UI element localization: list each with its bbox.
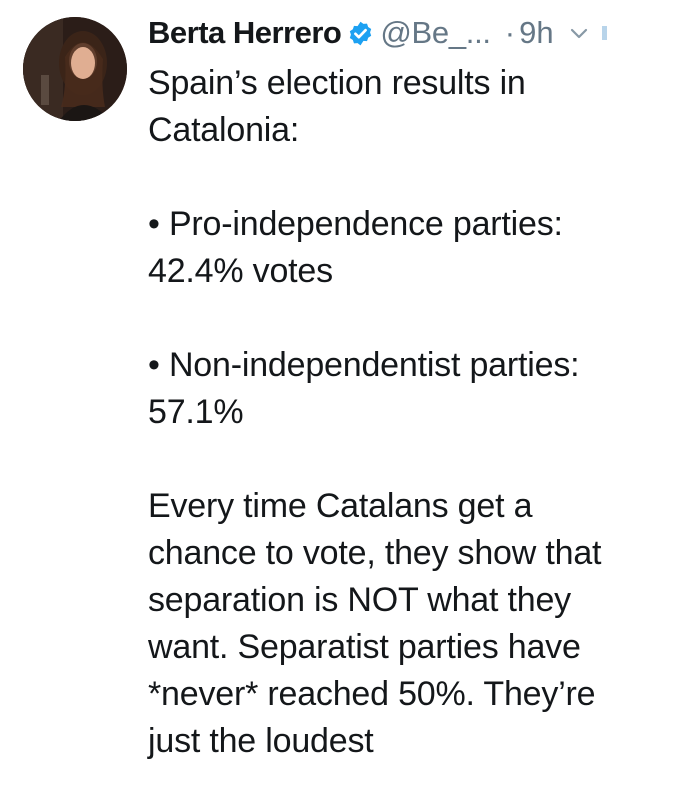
tweet-line: separation is NOT what they — [148, 581, 571, 619]
tweet: Berta Herrero @Be_... · 9h Spain’s elect… — [0, 0, 694, 800]
tweet-text: Spain’s election results in Catalonia: •… — [148, 60, 678, 765]
author-handle[interactable]: @Be_... — [380, 15, 491, 51]
tweet-line: 42.4% votes — [148, 252, 333, 290]
tweet-line: *never* reached 50%. They’re — [148, 675, 596, 713]
chevron-down-icon[interactable] — [570, 27, 588, 39]
tweet-line: chance to vote, they show that — [148, 534, 602, 572]
tweet-header: Berta Herrero @Be_... · 9h — [148, 10, 694, 56]
tweet-timestamp[interactable]: 9h — [519, 15, 553, 51]
tweet-line: • Non-independentist parties: — [148, 346, 580, 384]
verified-badge-icon — [347, 20, 374, 47]
edge-divider — [601, 26, 607, 40]
avatar-image — [23, 17, 127, 121]
tweet-line: Every time Catalans get a — [148, 487, 533, 525]
tweet-line: Spain’s election results in — [148, 64, 526, 102]
tweet-line: just the loudest — [148, 722, 374, 760]
tweet-line: want. Separatist parties have — [148, 628, 581, 666]
tweet-line: 57.1% — [148, 393, 244, 431]
tweet-line: • Pro-independence parties: — [148, 205, 563, 243]
avatar[interactable] — [23, 17, 127, 121]
author-name[interactable]: Berta Herrero — [148, 15, 342, 51]
separator-dot: · — [504, 15, 516, 50]
tweet-line: Catalonia: — [148, 111, 300, 149]
